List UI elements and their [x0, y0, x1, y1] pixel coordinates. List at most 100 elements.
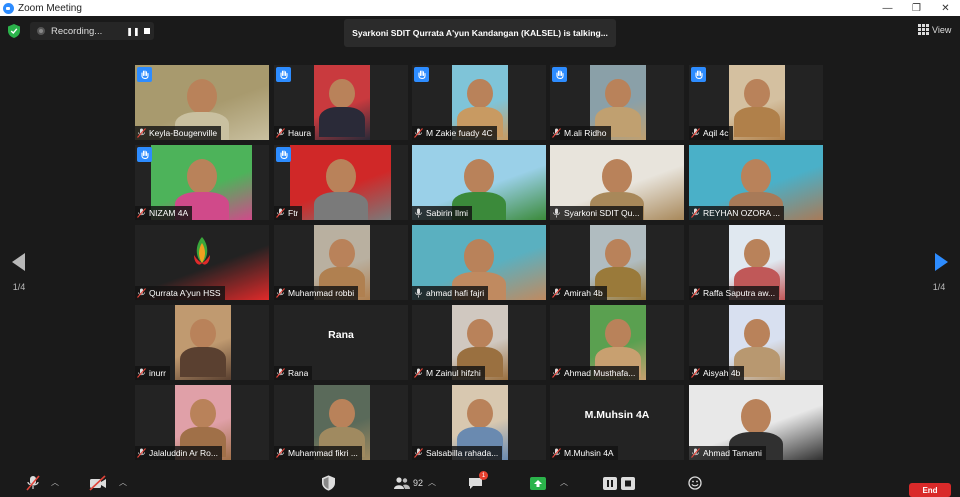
participant-tile[interactable]: Ahmad Musthafa...: [550, 305, 684, 380]
participant-name: ahmad hafi fajri: [426, 288, 485, 298]
raised-hand-icon: [555, 69, 564, 79]
participant-name: Salsabilla rahada...: [426, 448, 499, 458]
participant-tile[interactable]: Rana Rana: [274, 305, 408, 380]
participant-tile[interactable]: Jalaluddin Ar Ro...: [135, 385, 269, 460]
participants-options-caret-icon[interactable]: ︿: [428, 477, 436, 488]
participant-tile[interactable]: M.ali Ridho: [550, 65, 684, 140]
participant-name-placeholder: Rana: [328, 329, 354, 341]
participant-tile[interactable]: inurr: [135, 305, 269, 380]
participant-namebar: Raffa Saputra aw...: [689, 286, 780, 300]
share-options-caret-icon[interactable]: ︿: [560, 477, 568, 488]
muted-mic-icon: [691, 288, 700, 298]
participant-tile[interactable]: Muhammad fikri ...: [274, 385, 408, 460]
participant-namebar: Ahmad Musthafa...: [550, 366, 640, 380]
participant-tile[interactable]: Syarkoni SDIT Qu...: [550, 145, 684, 220]
participant-tile[interactable]: REYHAN OZORA ...: [689, 145, 823, 220]
participant-name: Jalaluddin Ar Ro...: [149, 448, 218, 458]
view-button[interactable]: View: [918, 24, 951, 35]
security-button-icon[interactable]: [322, 475, 335, 491]
pause-recording-toolbar-button[interactable]: [603, 475, 617, 491]
participant-tile[interactable]: Sabirin Ilmi: [412, 145, 546, 220]
chat-button[interactable]: 1: [468, 471, 488, 491]
pause-recording-button[interactable]: ❚❚: [126, 27, 140, 36]
muted-mic-icon: [552, 448, 561, 458]
muted-mic-icon: [414, 448, 423, 458]
muted-mic-icon: [276, 368, 285, 378]
participant-tile[interactable]: Keyla-Bougenville: [135, 65, 269, 140]
school-logo-icon: [194, 237, 210, 265]
close-button[interactable]: ✕: [931, 0, 960, 16]
unmuted-mic-icon: [553, 208, 560, 218]
participant-name: Muhammad robbi: [288, 288, 355, 298]
grid-view-icon: [918, 24, 929, 35]
view-label: View: [932, 24, 952, 35]
video-options-caret-icon[interactable]: ︿: [119, 477, 127, 488]
participant-tile[interactable]: Qurrata A'yun HSS: [135, 225, 269, 300]
stop-icon: [144, 27, 150, 34]
raised-hand-icon: [279, 149, 288, 159]
participant-namebar: Haura: [274, 126, 316, 140]
participant-name: REYHAN OZORA ...: [703, 208, 780, 218]
participant-name: Qurrata A'yun HSS: [149, 288, 221, 298]
maximize-button[interactable]: ❐: [902, 0, 931, 16]
minimize-button[interactable]: —: [873, 0, 902, 16]
start-video-icon[interactable]: [89, 475, 107, 491]
unmuted-mic-icon: [415, 208, 422, 218]
participant-namebar: ahmad hafi fajri: [412, 286, 489, 300]
next-page-arrow-icon[interactable]: [934, 253, 948, 271]
raised-hand-badge: [691, 67, 706, 82]
participant-tile[interactable]: Aisyah 4b: [689, 305, 823, 380]
participant-namebar: Salsabilla rahada...: [412, 446, 503, 460]
participant-namebar: Keyla-Bougenville: [135, 126, 222, 140]
window-title: Zoom Meeting: [18, 2, 82, 14]
participant-tile[interactable]: NIZAM 4A: [135, 145, 269, 220]
participant-name: NIZAM 4A: [149, 208, 189, 218]
unmute-mic-icon[interactable]: [26, 475, 40, 491]
participant-namebar: Amirah 4b: [550, 286, 607, 300]
participant-name-placeholder: M.Muhsin 4A: [584, 409, 650, 421]
meeting-toolbar: ︿ ︿ 92 ︿ 1 ︿: [0, 471, 960, 495]
participant-tile[interactable]: M Zakie fuady 4C: [412, 65, 546, 140]
muted-mic-icon: [137, 448, 146, 458]
participant-tile[interactable]: ahmad hafi fajri: [412, 225, 546, 300]
participants-button[interactable]: 92: [394, 475, 423, 491]
prev-page-arrow-icon[interactable]: [12, 253, 26, 271]
participant-namebar: Muhammad robbi: [274, 286, 359, 300]
participant-tile[interactable]: Salsabilla rahada...: [412, 385, 546, 460]
raised-hand-icon: [417, 69, 426, 79]
muted-mic-icon: [276, 128, 285, 138]
share-screen-button[interactable]: [530, 475, 546, 491]
stop-square-icon: [621, 476, 635, 490]
zoom-logo-icon: [3, 2, 14, 14]
pause-icon: [603, 476, 617, 490]
participant-name: Ahmad Musthafa...: [564, 368, 636, 378]
participant-namebar: Jalaluddin Ar Ro...: [135, 446, 222, 460]
muted-mic-icon: [691, 368, 700, 378]
participant-tile[interactable]: M Zainul hifzhi: [412, 305, 546, 380]
muted-mic-icon: [276, 448, 285, 458]
participant-tile[interactable]: Muhammad robbi: [274, 225, 408, 300]
participant-name: Aqil 4c: [703, 128, 729, 138]
window-titlebar: Zoom Meeting — ❐ ✕: [0, 0, 960, 16]
participant-namebar: Aisyah 4b: [689, 366, 745, 380]
muted-mic-icon: [137, 368, 146, 378]
stop-recording-button[interactable]: [140, 26, 154, 37]
participant-namebar: Sabirin Ilmi: [412, 206, 473, 220]
reactions-button[interactable]: [688, 475, 702, 491]
participant-namebar: Ftr: [274, 206, 303, 220]
participant-tile[interactable]: Haura: [274, 65, 408, 140]
participant-tile[interactable]: Raffa Saputra aw...: [689, 225, 823, 300]
stop-recording-toolbar-button[interactable]: [621, 475, 635, 491]
security-shield-icon[interactable]: [8, 24, 20, 38]
participant-tile[interactable]: Ahmad Tamami: [689, 385, 823, 460]
participant-tile[interactable]: Ftr: [274, 145, 408, 220]
participant-namebar: Muhammad fikri ...: [274, 446, 362, 460]
audio-options-caret-icon[interactable]: ︿: [51, 477, 59, 488]
participant-namebar: M Zainul hifzhi: [412, 366, 485, 380]
participant-namebar: NIZAM 4A: [135, 206, 193, 220]
participant-tile[interactable]: Amirah 4b: [550, 225, 684, 300]
participant-tile[interactable]: Aqil 4c: [689, 65, 823, 140]
raised-hand-badge: [276, 147, 291, 162]
participant-tile[interactable]: M.Muhsin 4A M.Muhsin 4A: [550, 385, 684, 460]
participant-name: Haura: [288, 128, 312, 138]
